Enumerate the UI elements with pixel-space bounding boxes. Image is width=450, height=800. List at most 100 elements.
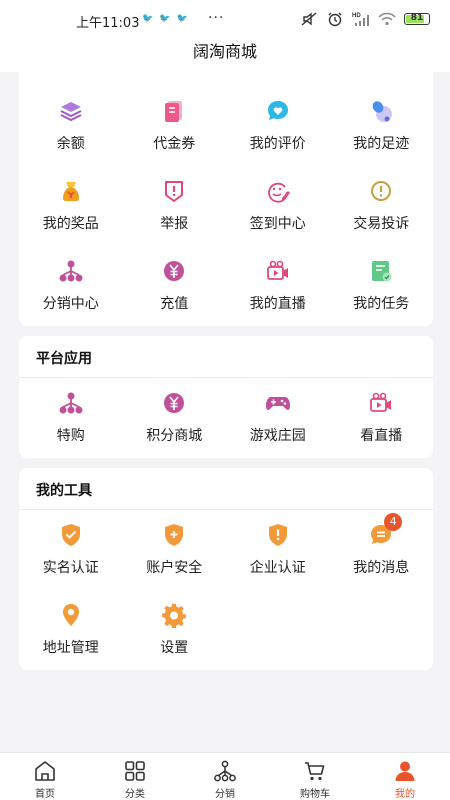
report-item[interactable]: 举报 xyxy=(123,178,227,258)
game-manor-item[interactable]: 游戏庄园 xyxy=(226,390,330,470)
item-label: 实名认证 xyxy=(42,560,99,576)
item-label: 充值 xyxy=(160,296,189,312)
tab-category[interactable]: 分类 xyxy=(90,753,180,800)
section-title: 平台应用 xyxy=(19,336,433,378)
tab-cart[interactable]: 购物车 xyxy=(270,753,360,800)
tab-mine[interactable]: 我的 xyxy=(360,753,450,800)
network-icon xyxy=(58,390,84,416)
user-icon xyxy=(395,761,415,781)
shield-plus-icon xyxy=(161,522,187,548)
coupon-item[interactable]: 代金券 xyxy=(123,98,227,178)
complaint-icon xyxy=(368,178,394,204)
heart-chat-icon xyxy=(265,98,291,124)
check-in-center-item[interactable]: 签到中心 xyxy=(226,178,330,258)
recharge-item[interactable]: 充值 xyxy=(123,258,227,338)
footprint-icon xyxy=(368,98,394,124)
real-name-verification-item[interactable]: 实名认证 xyxy=(19,522,123,602)
video-camera-icon xyxy=(368,390,394,416)
tab-label: 首页 xyxy=(35,789,55,800)
my-footprint-item[interactable]: 我的足迹 xyxy=(330,98,434,178)
my-tasks-item[interactable]: 我的任务 xyxy=(330,258,434,338)
bird-icon: 🐦 xyxy=(159,14,177,24)
header: 阔淘商城 xyxy=(0,40,450,72)
balance-item[interactable]: 余额 xyxy=(19,98,123,178)
notification-icons: 🐦🐦🐦 xyxy=(142,14,194,24)
status-bar: 上午11:03 🐦🐦🐦 ··· HD 81 xyxy=(0,0,450,40)
item-label: 我的任务 xyxy=(353,296,410,312)
status-right: HD 81 xyxy=(300,11,430,27)
item-label: 看直播 xyxy=(360,428,403,444)
quick-actions-card: 余额 代金券 我的评价 我的足迹 我的奖品 举报 签到中心 交易投诉 分销中心 … xyxy=(19,72,433,326)
item-label: 特购 xyxy=(56,428,85,444)
watch-live-item[interactable]: 看直播 xyxy=(330,390,434,470)
smile-pen-icon xyxy=(265,178,291,204)
message-icon: 4 xyxy=(368,513,403,548)
gear-icon xyxy=(161,602,187,628)
settings-item[interactable]: 设置 xyxy=(123,602,227,682)
yen-coin-icon xyxy=(161,390,187,416)
enterprise-verification-item[interactable]: 企业认证 xyxy=(226,522,330,602)
yen-coin-icon xyxy=(161,258,187,284)
coupon-icon xyxy=(161,98,187,124)
item-label: 游戏庄园 xyxy=(249,428,306,444)
item-label: 余额 xyxy=(56,136,85,152)
item-label: 账户安全 xyxy=(146,560,203,576)
item-label: 设置 xyxy=(160,640,189,656)
cart-icon xyxy=(305,762,325,781)
item-label: 地址管理 xyxy=(42,640,99,656)
alarm-icon xyxy=(328,12,342,27)
address-management-item[interactable]: 地址管理 xyxy=(19,602,123,682)
tab-label: 分销 xyxy=(215,789,235,800)
platform-apps-card: 平台应用 特购 积分商城 游戏庄园 看直播 xyxy=(19,336,433,458)
my-tools-grid: 实名认证 账户安全 企业认证 4 我的消息 地址管理 设置 xyxy=(19,510,433,682)
points-mall-item[interactable]: 积分商城 xyxy=(123,390,227,470)
tab-label: 购物车 xyxy=(300,789,330,800)
item-label: 签到中心 xyxy=(249,216,306,232)
status-time: 上午11:03 xyxy=(76,16,140,31)
tab-distribution[interactable]: 分销 xyxy=(180,753,270,800)
item-label: 分销中心 xyxy=(42,296,99,312)
item-label: 积分商城 xyxy=(146,428,203,444)
quick-actions-grid: 余额 代金券 我的评价 我的足迹 我的奖品 举报 签到中心 交易投诉 分销中心 … xyxy=(19,72,433,338)
bird-icon: 🐦 xyxy=(176,14,194,24)
item-label: 我的足迹 xyxy=(353,136,410,152)
page-title: 阔淘商城 xyxy=(192,42,257,61)
item-label: 我的奖品 xyxy=(42,216,99,232)
item-label: 我的消息 xyxy=(353,560,410,576)
my-tools-card: 我的工具 实名认证 账户安全 企业认证 4 我的消息 地址管理 设置 xyxy=(19,468,433,670)
special-purchase-item[interactable]: 特购 xyxy=(19,390,123,470)
home-icon xyxy=(35,761,55,781)
unread-badge: 4 xyxy=(384,513,403,531)
account-security-item[interactable]: 账户安全 xyxy=(123,522,227,602)
item-label: 我的评价 xyxy=(249,136,306,152)
transaction-complaint-item[interactable]: 交易投诉 xyxy=(330,178,434,258)
tab-label: 我的 xyxy=(395,789,415,800)
wifi-icon xyxy=(378,12,396,26)
gamepad-icon xyxy=(265,390,291,416)
prize-bag-icon xyxy=(58,178,84,204)
report-icon xyxy=(161,178,187,204)
mute-icon xyxy=(301,12,317,26)
my-prizes-item[interactable]: 我的奖品 xyxy=(19,178,123,258)
item-label: 代金券 xyxy=(153,136,196,152)
bottom-tab-bar: 首页 分类 分销 购物车 我的 xyxy=(0,752,450,800)
item-label: 举报 xyxy=(160,216,189,232)
signal-icon: HD xyxy=(352,13,369,26)
distribution-center-item[interactable]: 分销中心 xyxy=(19,258,123,338)
my-reviews-item[interactable]: 我的评价 xyxy=(226,98,330,178)
item-label: 我的直播 xyxy=(249,296,306,312)
tab-home[interactable]: 首页 xyxy=(0,753,90,800)
layers-icon xyxy=(58,98,84,124)
item-label: 企业认证 xyxy=(249,560,306,576)
network-icon xyxy=(58,258,84,284)
my-messages-item[interactable]: 4 我的消息 xyxy=(330,513,434,602)
item-label: 交易投诉 xyxy=(353,216,410,232)
more-notifications-icon: ··· xyxy=(208,10,225,26)
tab-label: 分类 xyxy=(125,789,145,800)
task-doc-icon xyxy=(368,258,394,284)
my-live-item[interactable]: 我的直播 xyxy=(226,258,330,338)
video-camera-icon xyxy=(265,258,291,284)
section-title: 我的工具 xyxy=(19,468,433,510)
shield-check-icon xyxy=(58,522,84,548)
shield-alert-icon xyxy=(265,522,291,548)
